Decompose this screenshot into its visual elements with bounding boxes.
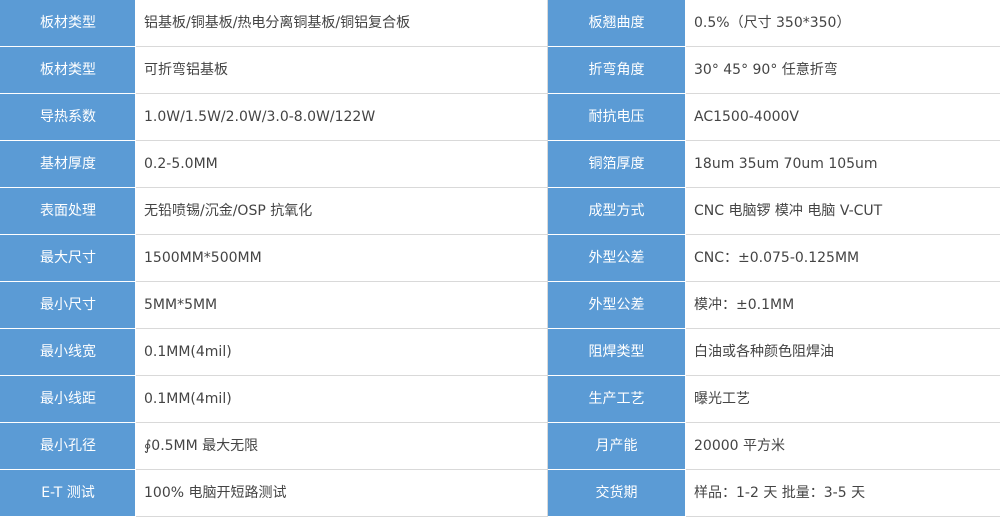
- row-value-right: AC1500-4000V: [685, 93, 1000, 141]
- row-label-left: 基材厚度: [0, 140, 136, 188]
- row-label-left: 最小线宽: [0, 328, 136, 376]
- row-value-right: 曝光工艺: [685, 375, 1000, 423]
- table-row: 表面处理 无铅喷锡/沉金/OSP 抗氧化 成型方式 CNC 电脑锣 模冲 电脑 …: [0, 187, 1000, 235]
- row-value-left: 铝基板/铜基板/热电分离铜基板/铜铝复合板: [135, 0, 548, 47]
- table-row: 板材类型 铝基板/铜基板/热电分离铜基板/铜铝复合板 板翘曲度 0.5%（尺寸 …: [0, 0, 1000, 47]
- row-label-right: 外型公差: [547, 281, 686, 329]
- row-value-right: 0.5%（尺寸 350*350）: [685, 0, 1000, 47]
- row-label-left: 板材类型: [0, 46, 136, 94]
- row-value-right: CNC：±0.075-0.125MM: [685, 234, 1000, 282]
- table-row: 板材类型 可折弯铝基板 折弯角度 30° 45° 90° 任意折弯: [0, 46, 1000, 94]
- row-label-right: 生产工艺: [547, 375, 686, 423]
- table-row: 最小线距 0.1MM(4mil) 生产工艺 曝光工艺: [0, 375, 1000, 423]
- row-label-left: 最大尺寸: [0, 234, 136, 282]
- row-value-left: 无铅喷锡/沉金/OSP 抗氧化: [135, 187, 548, 235]
- row-value-right: 20000 平方米: [685, 422, 1000, 470]
- table-row: 最小尺寸 5MM*5MM 外型公差 模冲：±0.1MM: [0, 281, 1000, 329]
- row-value-right: 白油或各种颜色阻焊油: [685, 328, 1000, 376]
- row-label-right: 折弯角度: [547, 46, 686, 94]
- row-value-left: 5MM*5MM: [135, 281, 548, 329]
- spec-table-body: 板材类型 铝基板/铜基板/热电分离铜基板/铜铝复合板 板翘曲度 0.5%（尺寸 …: [0, 0, 1000, 517]
- row-label-right: 板翘曲度: [547, 0, 686, 47]
- row-label-right: 铜箔厚度: [547, 140, 686, 188]
- table-row: 导热系数 1.0W/1.5W/2.0W/3.0-8.0W/122W 耐抗电压 A…: [0, 93, 1000, 141]
- row-label-left: 最小尺寸: [0, 281, 136, 329]
- row-value-right: 30° 45° 90° 任意折弯: [685, 46, 1000, 94]
- table-row: E-T 测试 100% 电脑开短路测试 交货期 样品：1-2 天 批量：3-5 …: [0, 469, 1000, 517]
- row-value-left: ∮0.5MM 最大无限: [135, 422, 548, 470]
- row-label-right: 成型方式: [547, 187, 686, 235]
- row-label-right: 交货期: [547, 469, 686, 517]
- table-row: 基材厚度 0.2-5.0MM 铜箔厚度 18um 35um 70um 105um: [0, 140, 1000, 188]
- row-label-left: 最小孔径: [0, 422, 136, 470]
- spec-table: 板材类型 铝基板/铜基板/热电分离铜基板/铜铝复合板 板翘曲度 0.5%（尺寸 …: [0, 0, 1000, 517]
- row-label-left: 表面处理: [0, 187, 136, 235]
- row-value-left: 1.0W/1.5W/2.0W/3.0-8.0W/122W: [135, 93, 548, 141]
- row-label-left: 板材类型: [0, 0, 136, 47]
- row-value-left: 0.1MM(4mil): [135, 375, 548, 423]
- row-value-right: 样品：1-2 天 批量：3-5 天: [685, 469, 1000, 517]
- row-value-left: 0.2-5.0MM: [135, 140, 548, 188]
- row-label-left: 导热系数: [0, 93, 136, 141]
- row-label-right: 阻焊类型: [547, 328, 686, 376]
- row-label-left: 最小线距: [0, 375, 136, 423]
- row-value-left: 可折弯铝基板: [135, 46, 548, 94]
- row-label-left: E-T 测试: [0, 469, 136, 517]
- table-row: 最小孔径 ∮0.5MM 最大无限 月产能 20000 平方米: [0, 422, 1000, 470]
- row-label-right: 耐抗电压: [547, 93, 686, 141]
- row-value-right: 18um 35um 70um 105um: [685, 140, 1000, 188]
- row-value-right: 模冲：±0.1MM: [685, 281, 1000, 329]
- row-label-right: 月产能: [547, 422, 686, 470]
- row-label-right: 外型公差: [547, 234, 686, 282]
- table-row: 最小线宽 0.1MM(4mil) 阻焊类型 白油或各种颜色阻焊油: [0, 328, 1000, 376]
- row-value-left: 0.1MM(4mil): [135, 328, 548, 376]
- table-row: 最大尺寸 1500MM*500MM 外型公差 CNC：±0.075-0.125M…: [0, 234, 1000, 282]
- row-value-left: 100% 电脑开短路测试: [135, 469, 548, 517]
- row-value-left: 1500MM*500MM: [135, 234, 548, 282]
- row-value-right: CNC 电脑锣 模冲 电脑 V-CUT: [685, 187, 1000, 235]
